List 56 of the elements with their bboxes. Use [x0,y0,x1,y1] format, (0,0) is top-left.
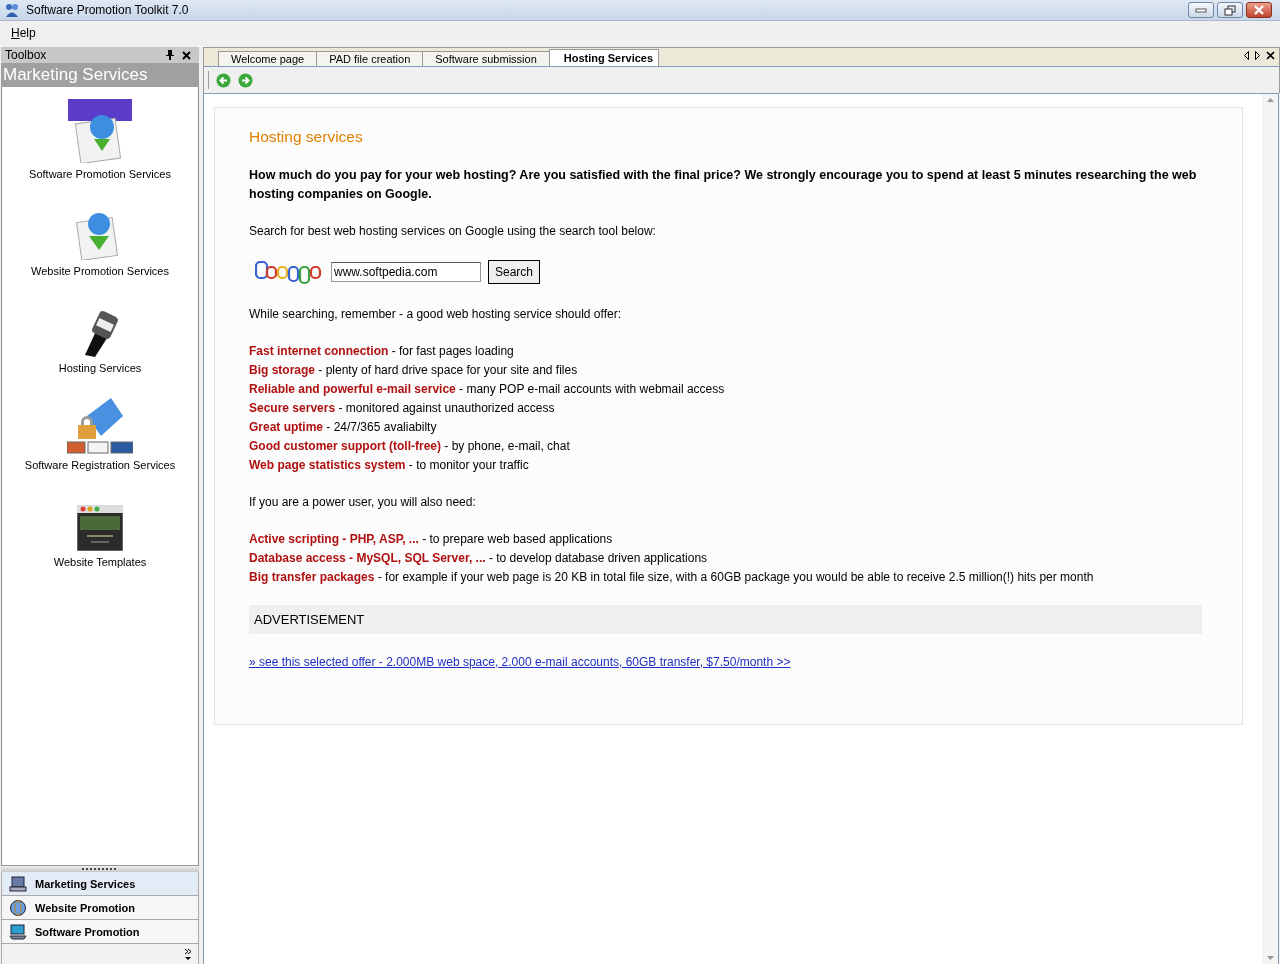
computer-icon [9,875,27,892]
close-icon[interactable] [1266,51,1275,60]
feature-line: Reliable and powerful e-mail service - many POP e-mail accounts with webmail access [249,381,726,398]
panel-title: Toolbox [5,48,48,62]
tab[interactable]: PAD file creation [316,51,424,66]
back-icon[interactable] [216,72,231,88]
globe-icon [9,898,27,917]
feature-line: Web page statistics system - to monitor your traffic [249,457,530,474]
window-title: Software Promotion Toolkit 7.0 [26,3,190,17]
scroll-up-icon[interactable] [1266,98,1274,102]
intro-paragraph: How much do you pay for your web hosting? Are you satisfied with the final price? We strongly encourage you to spend at least 5 minutes researching the web hosting companies on Google. [249,167,1198,203]
tab[interactable]: Hosting Services [548,49,660,66]
section-button[interactable]: Software Promotion [1,920,199,944]
feature-line: Big storage - plenty of hard drive space for your site and files [249,362,579,379]
scroll-left-icon[interactable] [1244,51,1249,60]
website-template-icon [77,505,123,551]
feature-line: Good customer support (toll-free) - by phone, e-mail, chat [249,438,571,455]
search-prompt: Search for best web hosting services on Google using the search tool below: [249,223,657,240]
section-button[interactable]: Website Promotion [1,896,199,920]
offer-link[interactable]: » see this selected offer - 2.000MB web space, 2.000 e-mail accounts, 60GB transfer, $7.50/month >> [249,655,791,669]
feature-line: Active scripting - PHP, ASP, ... - to prepare web based applications [249,531,614,548]
page-heading: Hosting services [249,128,364,146]
feature-line: Secure servers - monitored against unauthorized access [249,400,556,417]
scroll-down-icon[interactable] [1266,956,1274,960]
feature-line: Fast internet connection - for fast pages loading [249,343,515,360]
chevron-menu-icon[interactable] [184,948,192,960]
feature-line: Big transfer packages - for example if your web page is 20 KB in total file size, with a 60GB package you would be able to receive 2.5 million(!) hits per month [249,569,1095,586]
toolbox-item[interactable]: Software Promotion Services [5,93,195,190]
power-user-intro: If you are a power user, you will also need: [249,494,477,511]
forward-icon[interactable] [238,72,253,88]
menu-item[interactable]: Help [5,24,42,42]
offer-intro: While searching, remember - a good web hosting service should offer: [249,306,622,323]
app-icon [4,2,20,18]
restore-icon [1224,4,1236,16]
toolbox-item[interactable]: Website Templates [5,481,195,578]
feature-line: Database access - MySQL, SQL Server, ... - to develop database driven applications [249,550,709,567]
feature-line: Great uptime - 24/7/365 avaliabilty [249,419,438,436]
scroll-right-icon[interactable] [1255,51,1260,60]
advertisement-heading: ADVERTISEMENT [249,605,1202,634]
monitor-icon [9,923,27,940]
toolbox-item[interactable]: Website Promotion Services [5,190,195,287]
minimize-icon [1195,7,1207,13]
panel-heading: Marketing Services [1,63,199,87]
section-button[interactable]: Marketing Services [1,872,199,896]
toolbox-item[interactable]: Software Registration Services [5,384,195,481]
search-button[interactable]: Search [488,260,541,284]
close-icon [1253,5,1265,15]
restore-button[interactable] [1217,2,1243,18]
pad-globe-icon [68,99,132,163]
tab[interactable]: Welcome page [218,51,318,66]
tab[interactable]: Software submission [422,51,550,66]
search-field[interactable]: www.softpedia.com [331,262,481,282]
minimize-button[interactable] [1188,2,1214,18]
toolbox-item[interactable]: Hosting Services [5,287,195,384]
close-button[interactable] [1246,2,1272,18]
lock-cards-icon [67,396,133,454]
